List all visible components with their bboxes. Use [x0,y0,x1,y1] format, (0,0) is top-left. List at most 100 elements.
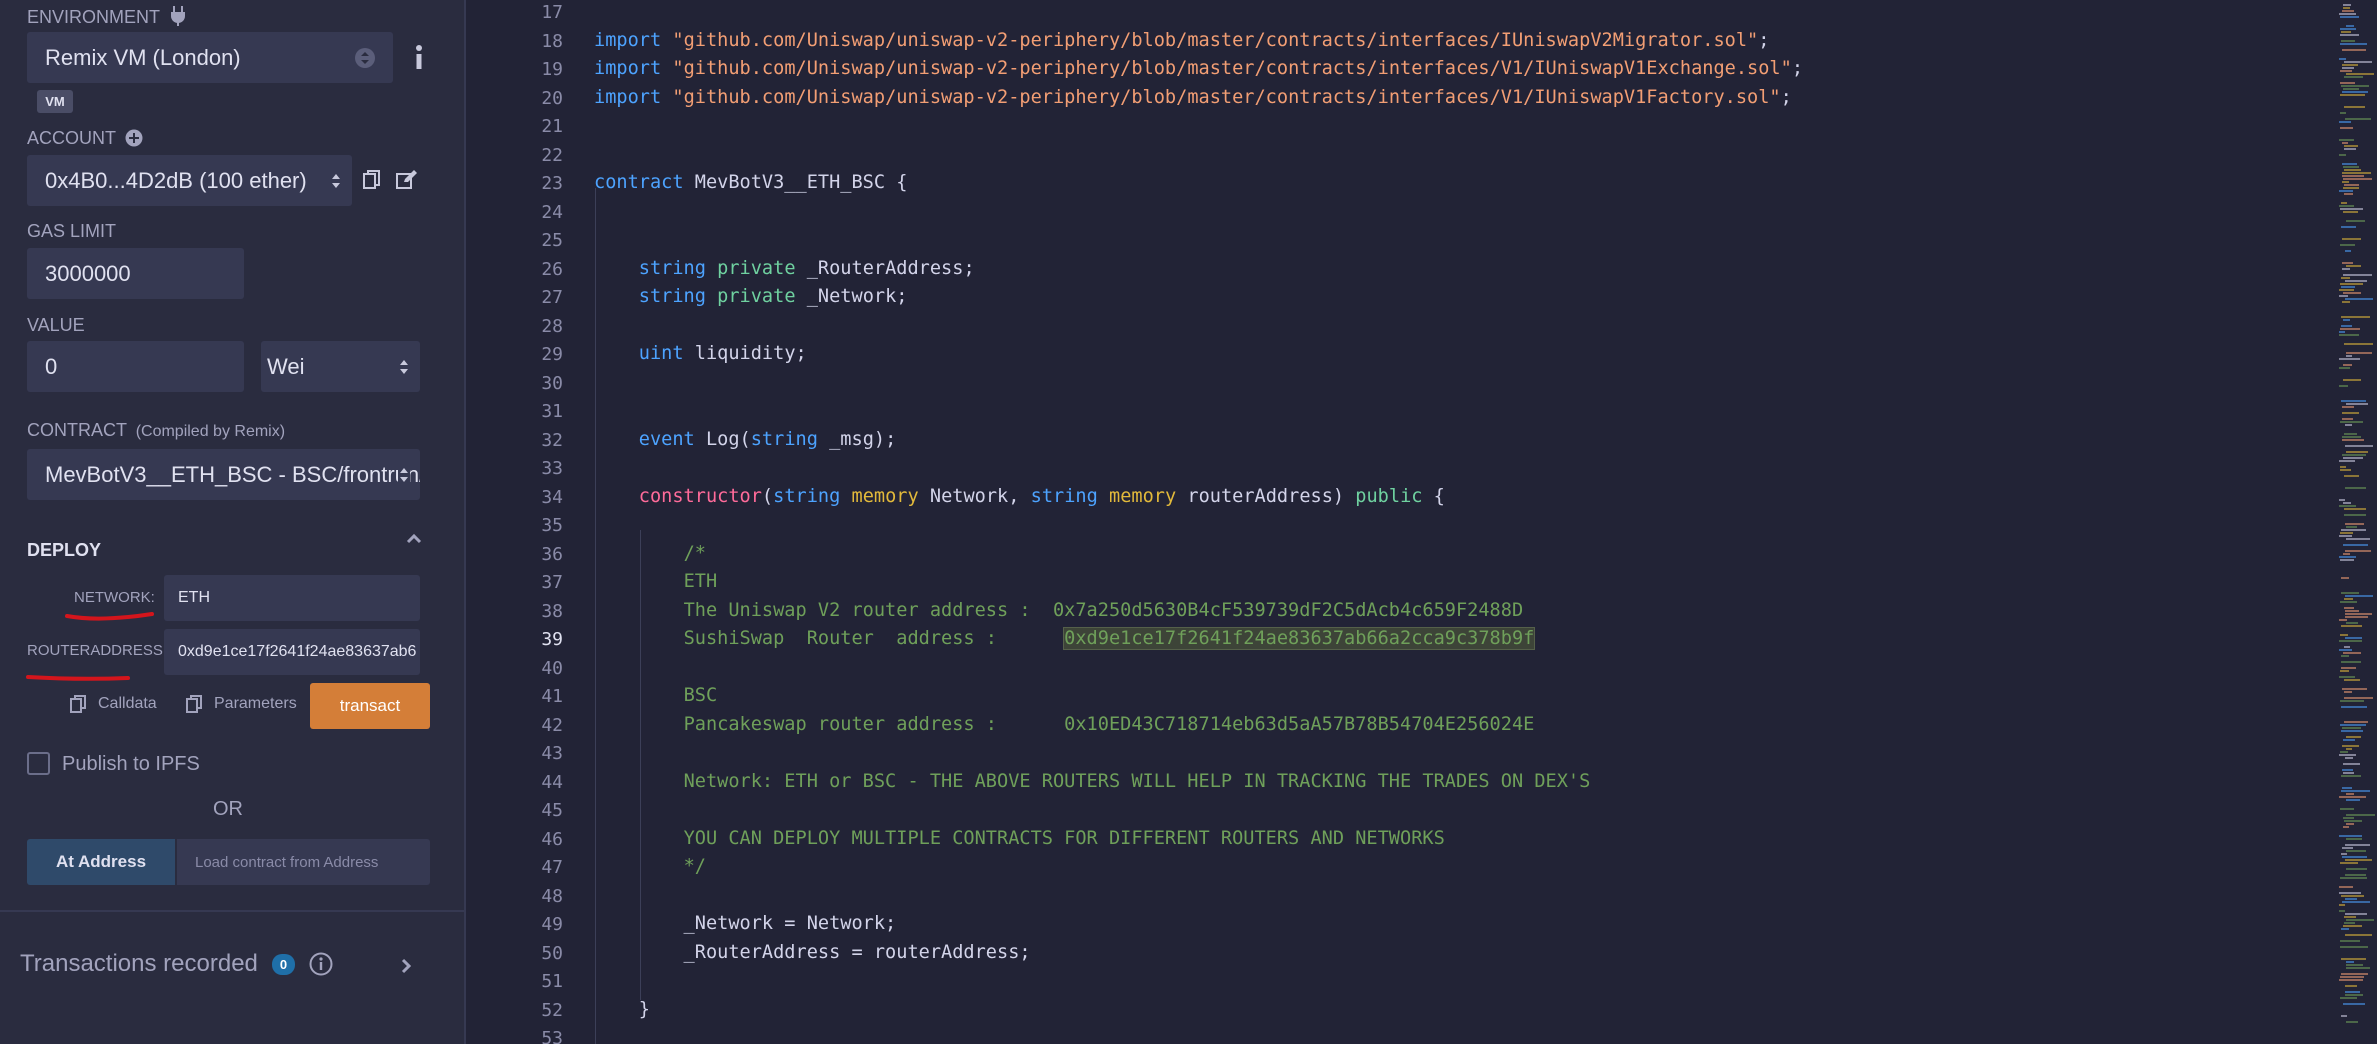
account-select[interactable]: 0x4B0...4D2dB (100 ether) [27,155,352,206]
minimap-line [2340,877,2367,879]
minimap-line [2345,595,2373,597]
minimap-line [2342,49,2366,51]
line-number: 34 [541,486,563,508]
minimap-line [2342,418,2353,420]
code-line: Network: ETH or BSC - THE ABOVE ROUTERS … [594,771,1591,792]
edit-icon[interactable] [396,168,418,192]
minimap-line [2340,601,2357,603]
minimap-line [2346,1021,2358,1023]
minimap-line [2346,823,2354,825]
code-token: string [750,428,830,450]
code-token: ; [1758,29,1770,51]
minimap-line [2343,544,2368,546]
line-number: 18 [541,30,563,52]
code-token: contract [594,172,695,193]
code-token: private [717,286,807,307]
line-number: 28 [541,315,563,337]
at-address-button[interactable]: At Address [27,839,175,885]
minimap-line [2344,169,2361,171]
minimap-line [2344,916,2356,918]
minimap-line [2339,460,2355,462]
contract-label: CONTRACT (Compiled by Remix) [27,420,286,440]
value-unit-select[interactable]: Wei [261,341,420,392]
network-param-input[interactable]: ETH [164,575,420,621]
minimap-line [2341,31,2351,33]
plus-circle-icon[interactable] [125,129,143,147]
line-number: 44 [541,771,563,793]
line-number: 27 [541,287,563,308]
minimap-line [2339,904,2345,906]
minimap-line [2339,640,2362,642]
copy-parameters-button[interactable]: Parameters [186,695,297,713]
line-number: 30 [541,372,563,394]
minimap-line [2339,13,2356,15]
copy-icon[interactable] [362,168,382,192]
minimap-line [2340,16,2359,18]
line-number: 20 [541,87,563,109]
minimap-line [2339,796,2366,798]
chevron-right-icon[interactable] [398,956,414,976]
transactions-recorded-header[interactable]: Transactions recorded 0 [20,950,333,978]
copy-calldata-button[interactable]: Calldata [70,695,157,713]
select-arrows-icon [355,47,375,68]
info-circle-icon[interactable] [309,952,333,976]
code-editor[interactable]: 17 18 19 20 21 22 23 24 25 26 27 28 29 30 31 32 33 34 35 36… [468,0,2333,1044]
contract-select[interactable]: MevBotV3__ETH_BSC - BSC/frontrun/ [27,449,420,500]
account-label: ACCOUNT [27,128,143,149]
code-token: "github.com/Uniswap/uniswap-v2-periphery… [672,86,1781,108]
minimap-line [2341,790,2370,792]
minimap-line [2344,691,2352,693]
red-underline-annotation [26,675,130,681]
minimap-line [2340,862,2358,864]
calldata-label: Calldata [98,695,157,712]
minimap-line [2339,505,2356,507]
value-input[interactable]: 0 [27,341,244,392]
minimap-line [2346,814,2375,816]
minimap-line [2344,922,2355,924]
minimap-line [2346,793,2354,795]
minimap-line [2344,820,2362,822]
value-label: VALUE [27,315,85,335]
minimap-line [2342,142,2348,144]
line-number: 21 [541,116,563,137]
minimap-line [2346,850,2366,852]
minimap-line [2340,94,2365,96]
transact-button[interactable]: transact [310,683,430,729]
line-number: 42 [541,714,563,736]
minimap-line [2339,331,2345,333]
code-token: "github.com/Uniswap/uniswap-v2-periphery… [672,29,1759,51]
publish-ipfs-checkbox[interactable] [27,752,50,775]
code-line: Pancakeswap router address : 0x10ED43C71… [594,713,1535,735]
editor-minimap[interactable] [2333,0,2377,1044]
minimap-line [2345,610,2359,612]
minimap-line [2341,202,2347,204]
minimap-line [2341,577,2349,579]
code-token: Pancakeswap router address : 0x10ED43C71… [683,713,1535,735]
minimap-line [2339,334,2359,336]
minimap-line [2341,625,2362,627]
routeraddress-param-input[interactable]: 0xd9e1ce17f2641f24ae83637ab6 [164,629,420,675]
environment-select[interactable]: Remix VM (London) [27,32,393,83]
load-address-input[interactable]: Load contract from Address [177,839,430,885]
section-divider [0,910,466,912]
minimap-line [2344,598,2353,600]
chevron-up-icon[interactable] [404,528,424,548]
minimap-line [2341,592,2359,594]
line-number: 31 [541,401,563,422]
gas-limit-input[interactable]: 3000000 [27,248,244,299]
minimap-line [2339,121,2351,123]
line-number: 33 [541,458,563,479]
code-line: /* [594,543,706,564]
minimap-line [2339,205,2354,207]
minimap-line [2340,559,2354,561]
minimap-line [2345,859,2372,861]
indent-guide [640,530,641,1000]
minimap-line [2341,655,2349,657]
indent-guide [595,188,596,1044]
info-icon[interactable] [410,44,428,70]
line-number: 23 [541,173,563,194]
code-token: private [717,257,807,279]
